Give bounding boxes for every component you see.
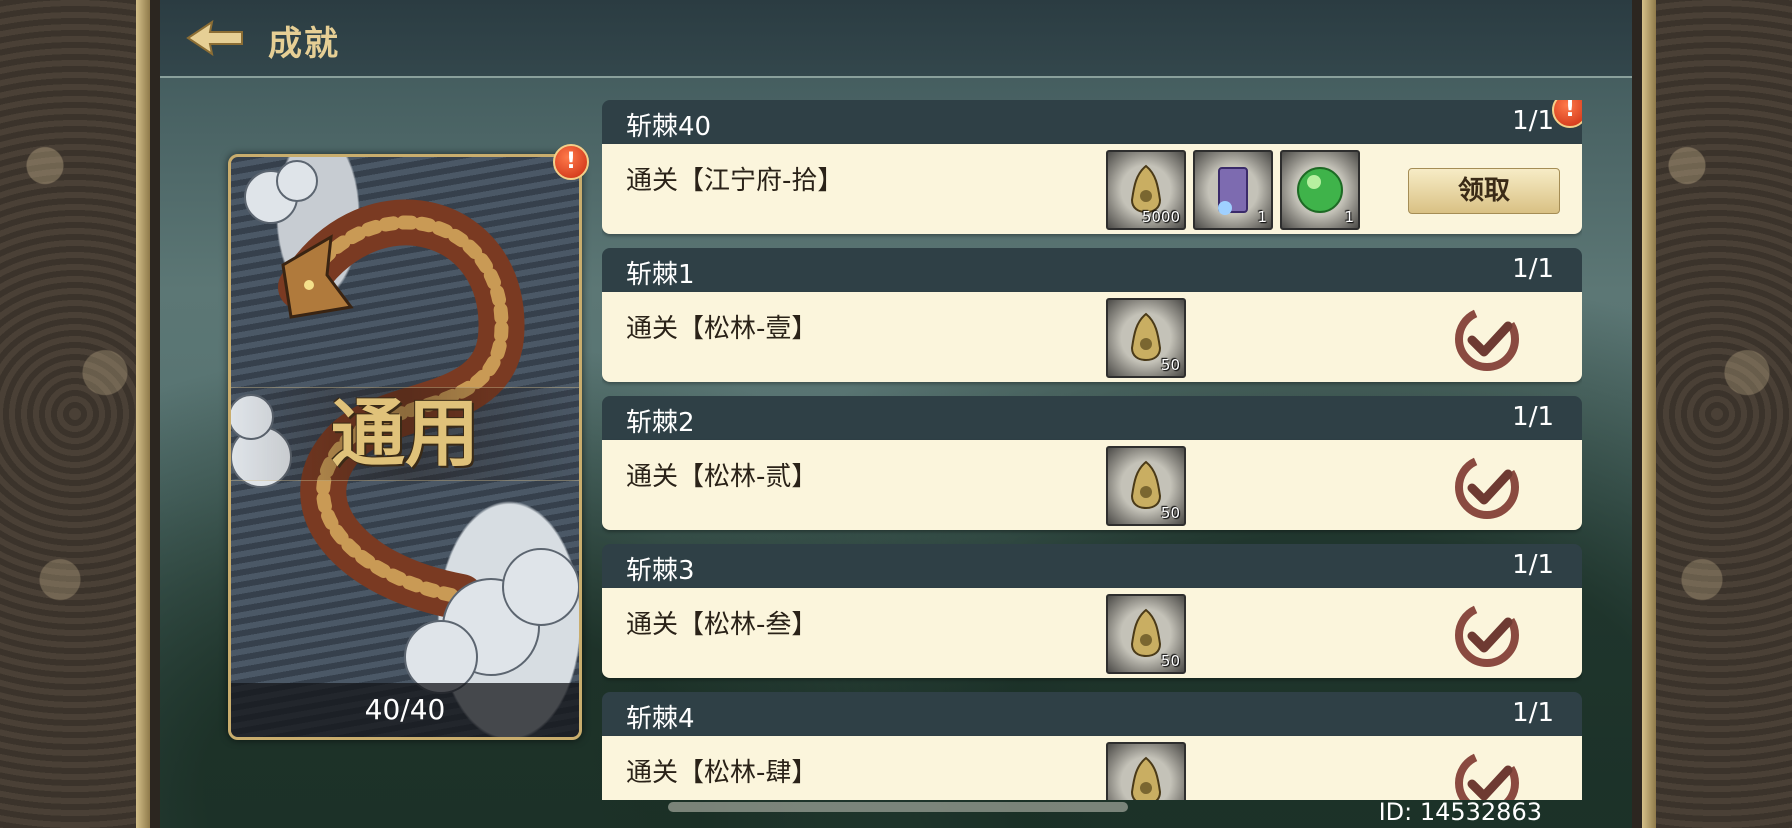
achievement-name: 斩棘2	[626, 408, 695, 438]
user-id-label: ID: 14532863	[1378, 798, 1542, 826]
category-count: 40/40	[231, 683, 579, 737]
achievement-list[interactable]: 斩棘40 1/1 通关【江宁府-拾】 5000 1 1 领取 ! 斩棘1 1/1…	[602, 100, 1582, 800]
achievement-row: 斩棘40 1/1 通关【江宁府-拾】 5000 1 1 领取	[602, 100, 1582, 236]
achievement-progress: 1/1	[1512, 550, 1554, 580]
reward-qty: 1	[1344, 208, 1354, 226]
achievement-desc: 通关【松林-肆】	[626, 758, 818, 788]
achievement-name: 斩棘3	[626, 556, 695, 586]
row-header: 斩棘40 1/1	[602, 100, 1582, 144]
list-scrollbar[interactable]	[668, 802, 1128, 812]
top-bar: 成就	[160, 0, 1632, 78]
back-arrow-icon	[186, 19, 243, 57]
achievement-screen: 成就 通用 40/40 ! 斩棘40 1/1 通关【江宁府-拾】 5000 1 …	[160, 0, 1632, 828]
achievement-progress: 1/1	[1512, 698, 1554, 728]
row-header: 斩棘4 1/1	[602, 692, 1582, 736]
completed-check-icon	[1455, 455, 1519, 519]
reward-qty: 5000	[1141, 208, 1180, 226]
page-title: 成就	[268, 24, 340, 64]
left-decor-panel	[0, 0, 150, 828]
reward-list: 50	[1106, 446, 1186, 526]
achievement-desc: 通关【松林-叁】	[626, 610, 818, 640]
row-body: 通关【松林-叁】 50	[602, 588, 1582, 678]
achievement-row: 斩棘4 1/1 通关【松林-肆】	[602, 692, 1582, 800]
reward-qty: 1	[1257, 208, 1267, 226]
achievement-progress: 1/1	[1512, 254, 1554, 284]
achievement-desc: 通关【松林-壹】	[626, 314, 818, 344]
reward-list	[1106, 742, 1186, 800]
reward-list: 50	[1106, 298, 1186, 378]
alert-icon: !	[553, 144, 589, 180]
achievement-name: 斩棘40	[626, 112, 712, 142]
completed-check-icon	[1455, 307, 1519, 371]
row-body: 通关【松林-肆】	[602, 736, 1582, 800]
completed-check-icon	[1455, 603, 1519, 667]
achievement-progress: 1/1	[1512, 106, 1554, 136]
back-button[interactable]	[186, 18, 244, 58]
bell-token-icon[interactable]: 50	[1106, 446, 1186, 526]
reward-qty: 50	[1160, 504, 1180, 522]
achievement-row: 斩棘1 1/1 通关【松林-壹】 50	[602, 248, 1582, 384]
achievement-desc: 通关【松林-贰】	[626, 462, 818, 492]
claim-button[interactable]: 领取	[1408, 168, 1560, 214]
green-orb-icon[interactable]: 1	[1280, 150, 1360, 230]
achievement-progress: 1/1	[1512, 402, 1554, 432]
category-card-general[interactable]: 通用 40/40	[228, 154, 582, 740]
category-label: 通用	[231, 387, 579, 481]
bell-token-icon[interactable]: 50	[1106, 298, 1186, 378]
row-header: 斩棘3 1/1	[602, 544, 1582, 588]
right-decor-panel	[1642, 0, 1792, 828]
row-body: 通关【江宁府-拾】 5000 1 1 领取	[602, 144, 1582, 234]
reward-list: 5000 1 1	[1106, 150, 1360, 230]
achievement-name: 斩棘1	[626, 260, 695, 290]
bell-token-icon[interactable]	[1106, 742, 1186, 800]
achievement-row: 斩棘3 1/1 通关【松林-叁】 50	[602, 544, 1582, 680]
reward-qty: 50	[1160, 356, 1180, 374]
row-body: 通关【松林-壹】 50	[602, 292, 1582, 382]
reward-list: 50	[1106, 594, 1186, 674]
achievement-name: 斩棘4	[626, 704, 695, 734]
row-header: 斩棘2 1/1	[602, 396, 1582, 440]
achievement-row: 斩棘2 1/1 通关【松林-贰】 50	[602, 396, 1582, 532]
row-header: 斩棘1 1/1	[602, 248, 1582, 292]
completed-check-icon	[1455, 751, 1519, 800]
scroll-item-icon[interactable]: 1	[1193, 150, 1273, 230]
row-body: 通关【松林-贰】 50	[602, 440, 1582, 530]
bell-token-icon[interactable]: 5000	[1106, 150, 1186, 230]
reward-qty: 50	[1160, 652, 1180, 670]
achievement-desc: 通关【江宁府-拾】	[626, 166, 844, 196]
bell-token-icon[interactable]: 50	[1106, 594, 1186, 674]
